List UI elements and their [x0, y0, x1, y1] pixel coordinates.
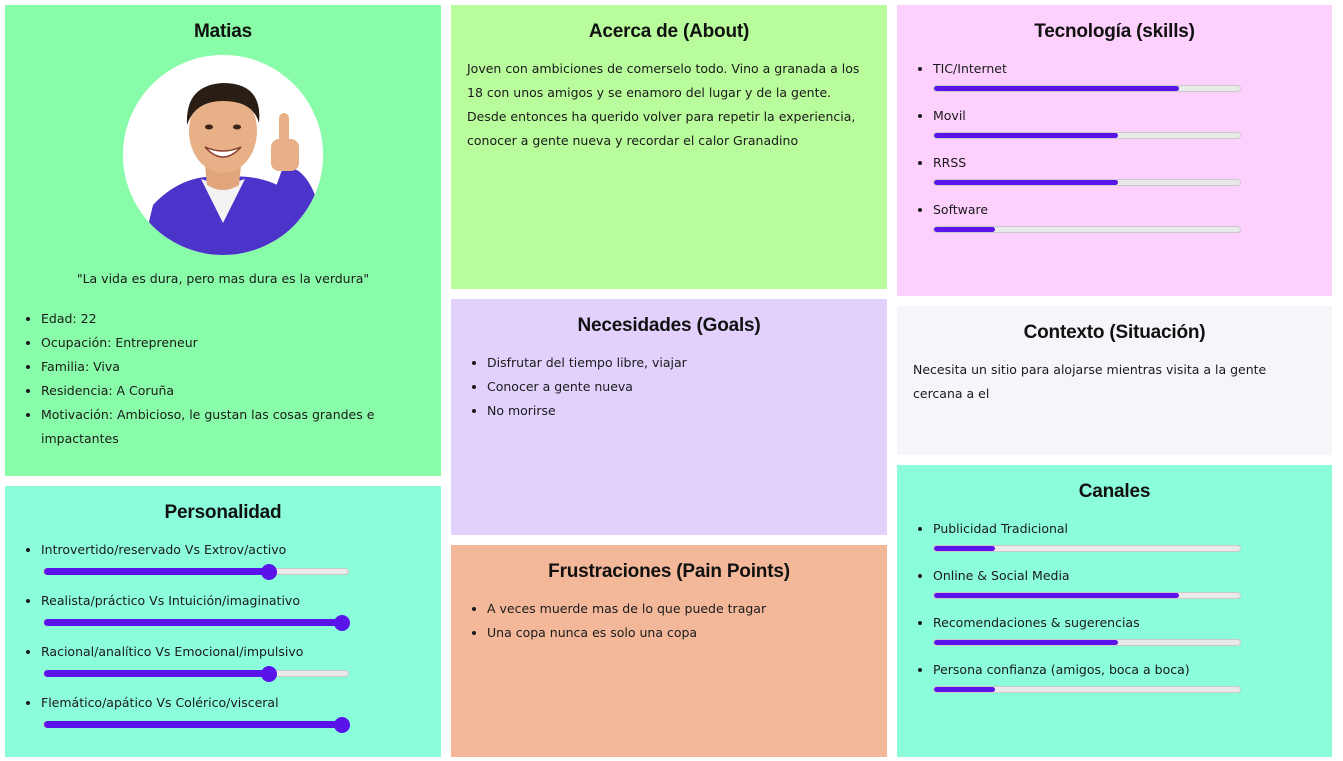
pain-point-item: Una copa nunca es solo una copa [487, 621, 871, 645]
goals-card: Necesidades (Goals) Disfrutar del tiempo… [451, 299, 887, 535]
profile-name: Matias [194, 21, 252, 42]
trait-item: Realista/práctico Vs Intuición/imaginati… [41, 589, 425, 631]
channel-bar-fill [934, 640, 1118, 645]
context-card: Contexto (Situación) Necesita un sitio p… [897, 306, 1332, 455]
channel-bar-fill [934, 687, 996, 692]
channel-label: Recomendaciones & sugerencias [933, 615, 1140, 630]
context-title: Contexto (Situación) [1023, 322, 1206, 343]
about-card: Acerca de (About) Joven con ambiciones d… [451, 5, 887, 289]
skill-item: TIC/Internet [933, 57, 1316, 92]
detail-age: Edad: 22 [41, 307, 425, 331]
skill-label: TIC/Internet [933, 61, 1007, 76]
skill-bar [933, 226, 1241, 233]
tech-title: Tecnología (skills) [1034, 21, 1195, 42]
skill-label: RRSS [933, 155, 967, 170]
channel-label: Publicidad Tradicional [933, 521, 1069, 536]
skill-bar [933, 132, 1241, 139]
skill-bar-fill [934, 86, 1179, 91]
pain-point-item: A veces muerde mas de lo que puede traga… [487, 597, 871, 621]
skill-bar [933, 179, 1241, 186]
channel-bar [933, 639, 1241, 646]
detail-motivation: Motivación: Ambicioso, le gustan las cos… [41, 403, 425, 451]
trait-slider-thumb[interactable] [260, 665, 277, 682]
profile-quote: "La vida es dura, pero mas dura es la ve… [76, 271, 370, 286]
channel-bar [933, 592, 1241, 599]
goals-list: Disfrutar del tiempo libre, viajar Conoc… [467, 351, 871, 423]
trait-label: Racional/analítico Vs Emocional/impulsiv… [41, 644, 304, 659]
trait-slider-fill [44, 568, 269, 575]
trait-slider-fill [44, 619, 342, 626]
trait-item: Flemático/apático Vs Colérico/visceral [41, 691, 425, 733]
pain-points-list: A veces muerde mas de lo que puede traga… [467, 597, 871, 645]
channel-bar-fill [934, 546, 996, 551]
trait-slider[interactable] [43, 716, 350, 733]
channel-bar-fill [934, 593, 1179, 598]
goal-item: Disfrutar del tiempo libre, viajar [487, 351, 871, 375]
skill-bar-fill [934, 180, 1118, 185]
personality-list: Introvertido/reservado Vs Extrov/activo … [21, 538, 425, 733]
profile-card: Matias "La vida es dura, pero mas dura e… [5, 5, 441, 476]
detail-family: Familia: Viva [41, 355, 425, 379]
trait-slider-thumb[interactable] [333, 614, 350, 631]
skill-item: Movil [933, 104, 1316, 139]
avatar [123, 55, 323, 255]
channel-label: Online & Social Media [933, 568, 1070, 583]
channel-label: Persona confianza (amigos, boca a boca) [933, 662, 1190, 677]
personality-card: Personalidad Introvertido/reservado Vs E… [5, 486, 441, 757]
trait-label: Introvertido/reservado Vs Extrov/activo [41, 542, 287, 557]
channel-bar [933, 545, 1241, 552]
skill-item: Software [933, 198, 1316, 233]
about-text: Joven con ambiciones de comerselo todo. … [467, 61, 860, 148]
trait-slider[interactable] [43, 665, 349, 682]
pain-points-card: Frustraciones (Pain Points) A veces muer… [451, 545, 887, 757]
skill-label: Movil [933, 108, 966, 123]
about-title: Acerca de (About) [588, 21, 750, 42]
trait-label: Flemático/apático Vs Colérico/visceral [41, 695, 279, 710]
goal-item: No morirse [487, 399, 871, 423]
trait-slider-fill [44, 670, 269, 677]
profile-details: Edad: 22 Ocupación: Entrepreneur Familia… [21, 307, 425, 451]
context-text: Necesita un sitio para alojarse mientras… [913, 362, 1267, 401]
channels-title: Canales [1078, 481, 1151, 502]
goals-title: Necesidades (Goals) [577, 315, 761, 336]
channels-card: Canales Publicidad Tradicional Online & … [897, 465, 1332, 757]
tech-card: Tecnología (skills) TIC/Internet Movil R… [897, 5, 1332, 296]
trait-slider-fill [44, 721, 342, 728]
trait-item: Introvertido/reservado Vs Extrov/activo [41, 538, 425, 580]
trait-item: Racional/analítico Vs Emocional/impulsiv… [41, 640, 425, 682]
detail-occupation: Ocupación: Entrepreneur [41, 331, 425, 355]
skill-label: Software [933, 202, 989, 217]
skill-item: RRSS [933, 151, 1316, 186]
trait-label: Realista/práctico Vs Intuición/imaginati… [41, 593, 300, 608]
trait-slider[interactable] [43, 563, 349, 580]
channels-list: Publicidad Tradicional Online & Social M… [913, 517, 1316, 693]
goal-item: Conocer a gente nueva [487, 375, 871, 399]
skill-bar [933, 85, 1241, 92]
channel-item: Recomendaciones & sugerencias [933, 611, 1316, 646]
personality-title: Personalidad [164, 502, 282, 523]
pain-points-title: Frustraciones (Pain Points) [548, 561, 790, 582]
trait-slider-thumb[interactable] [260, 563, 277, 580]
trait-slider[interactable] [43, 614, 350, 631]
channel-item: Online & Social Media [933, 564, 1316, 599]
channel-item: Persona confianza (amigos, boca a boca) [933, 658, 1316, 693]
channel-item: Publicidad Tradicional [933, 517, 1316, 552]
avatar-photo-icon [123, 55, 323, 255]
skill-bar-fill [934, 227, 996, 232]
trait-slider-thumb[interactable] [333, 716, 350, 733]
tech-list: TIC/Internet Movil RRSS Software [913, 57, 1316, 233]
channel-bar [933, 686, 1241, 693]
skill-bar-fill [934, 133, 1118, 138]
detail-residence: Residencia: A Coruña [41, 379, 425, 403]
